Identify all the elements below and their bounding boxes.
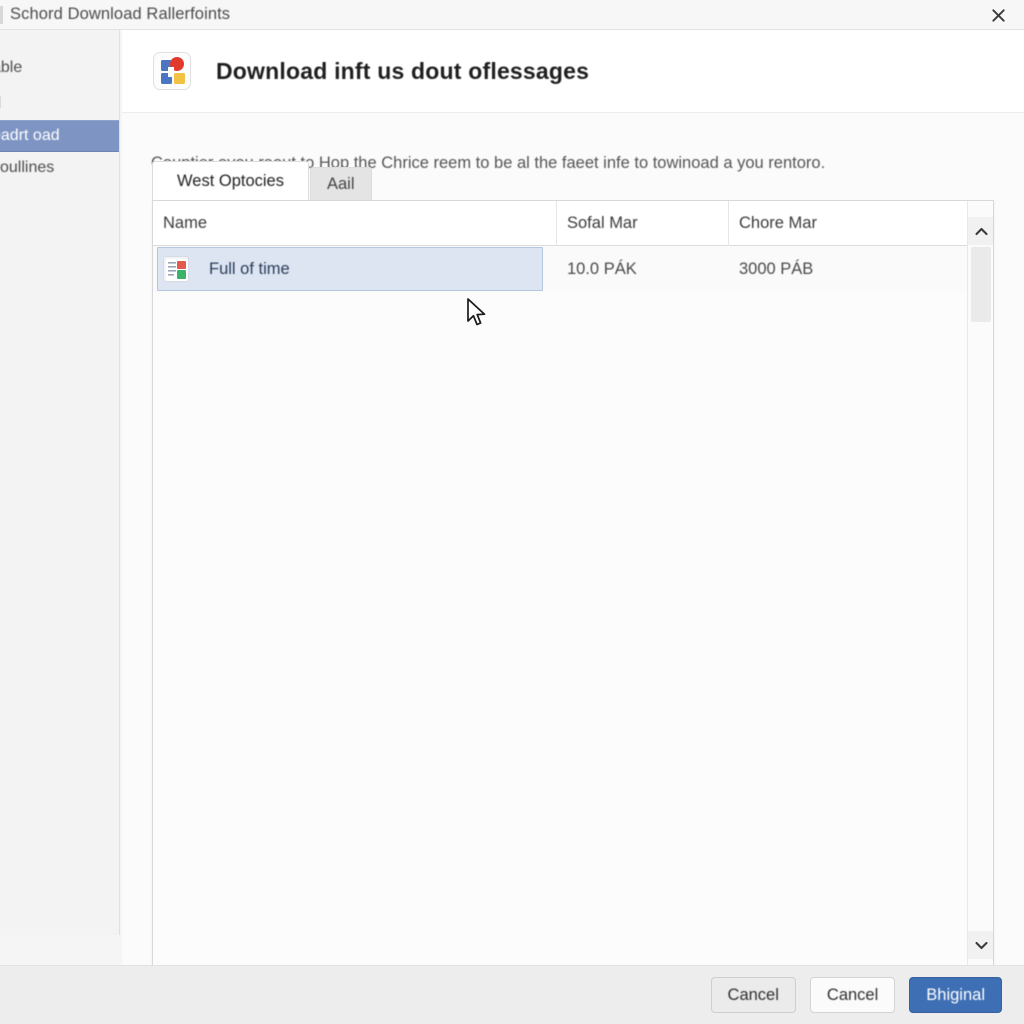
title-bar-accent [0, 6, 3, 24]
page-title: Download inft us dout ᴏflessages [216, 57, 590, 84]
row-chore-mar-label: 3000 PÁB [739, 259, 814, 278]
scrollbar-thumb[interactable] [971, 247, 991, 322]
footer-bar: Cancel Cancel Bhiginal [0, 965, 1024, 1024]
column-header-label: Name [163, 213, 208, 232]
column-header-chore-mar[interactable]: Chore Mar [729, 201, 965, 246]
tab-bar: West Optocies Aail [152, 161, 372, 200]
sidebar-item-label: eadrt oad [0, 127, 60, 144]
header-band: Download inft us dout ᴏflessages [122, 30, 1024, 113]
cell-chore-mar: 3000 PÁB [729, 246, 965, 292]
table-row[interactable]: Full of time 10.0 PÁK 3000 PÁB [153, 246, 993, 292]
row-sofal-mar-label: 10.0 PÁK [567, 259, 637, 278]
app-grid-icon [153, 52, 191, 90]
chevron-down-icon[interactable] [968, 931, 993, 959]
button-label: Cancel [826, 985, 879, 1004]
column-header-label: Chore Mar [739, 213, 817, 232]
title-bar: Schord Download Rallerfoints [0, 0, 1024, 30]
sidebar-item-voullines[interactable]: voullines [0, 152, 119, 184]
table-body: Full of time 10.0 PÁK 3000 PÁB [153, 246, 993, 967]
tab-aail[interactable]: Aail [309, 167, 372, 200]
sidebar: able d eadrt oad voullines [0, 30, 120, 935]
column-header-sofal-mar[interactable]: Sofal Mar [557, 201, 729, 246]
chevron-up-icon[interactable] [968, 217, 993, 245]
bhiginal-button[interactable]: Bhiginal [909, 977, 1002, 1013]
column-header-name[interactable]: Name [153, 201, 557, 246]
sidebar-item-able[interactable]: able [0, 52, 119, 84]
vertical-scrollbar[interactable] [967, 201, 993, 967]
table-empty-area [153, 292, 993, 967]
button-label: Bhiginal [926, 985, 985, 1004]
close-icon[interactable] [976, 0, 1020, 30]
sidebar-item-d[interactable]: d [0, 88, 119, 120]
tab-west-optocies[interactable]: West Optocies [152, 161, 309, 200]
sidebar-item-label: d [0, 95, 1, 113]
dialog-window: Schord Download Rallerfoints able d eadr… [0, 0, 1024, 1024]
table-header-row: Name Sofal Mar Chore Mar [153, 201, 993, 246]
sidebar-item-label: able [0, 59, 23, 76]
window-title: Schord Download Rallerfoints [10, 5, 231, 23]
file-table: Name Sofal Mar Chore Mar Full of time 10… [152, 200, 994, 968]
cancel-button-2[interactable]: Cancel [809, 977, 896, 1013]
sidebar-item-label: voullines [0, 159, 55, 176]
cell-name: Full of time [153, 246, 557, 292]
tab-label: Aail [326, 174, 355, 193]
cell-sofal-mar: 10.0 PÁK [557, 246, 729, 292]
cancel-button-1[interactable]: Cancel [710, 977, 796, 1013]
sidebar-item-eadrt-oad[interactable]: eadrt oad [0, 120, 119, 152]
spreadsheet-icon [163, 256, 189, 282]
tab-label: West Optocies [177, 171, 284, 190]
content-panel: Download inft us dout ᴏflessages Couptie… [122, 30, 1024, 968]
column-header-label: Sofal Mar [567, 213, 638, 232]
row-name-label: Full of time [209, 259, 290, 278]
button-label: Cancel [727, 985, 779, 1004]
